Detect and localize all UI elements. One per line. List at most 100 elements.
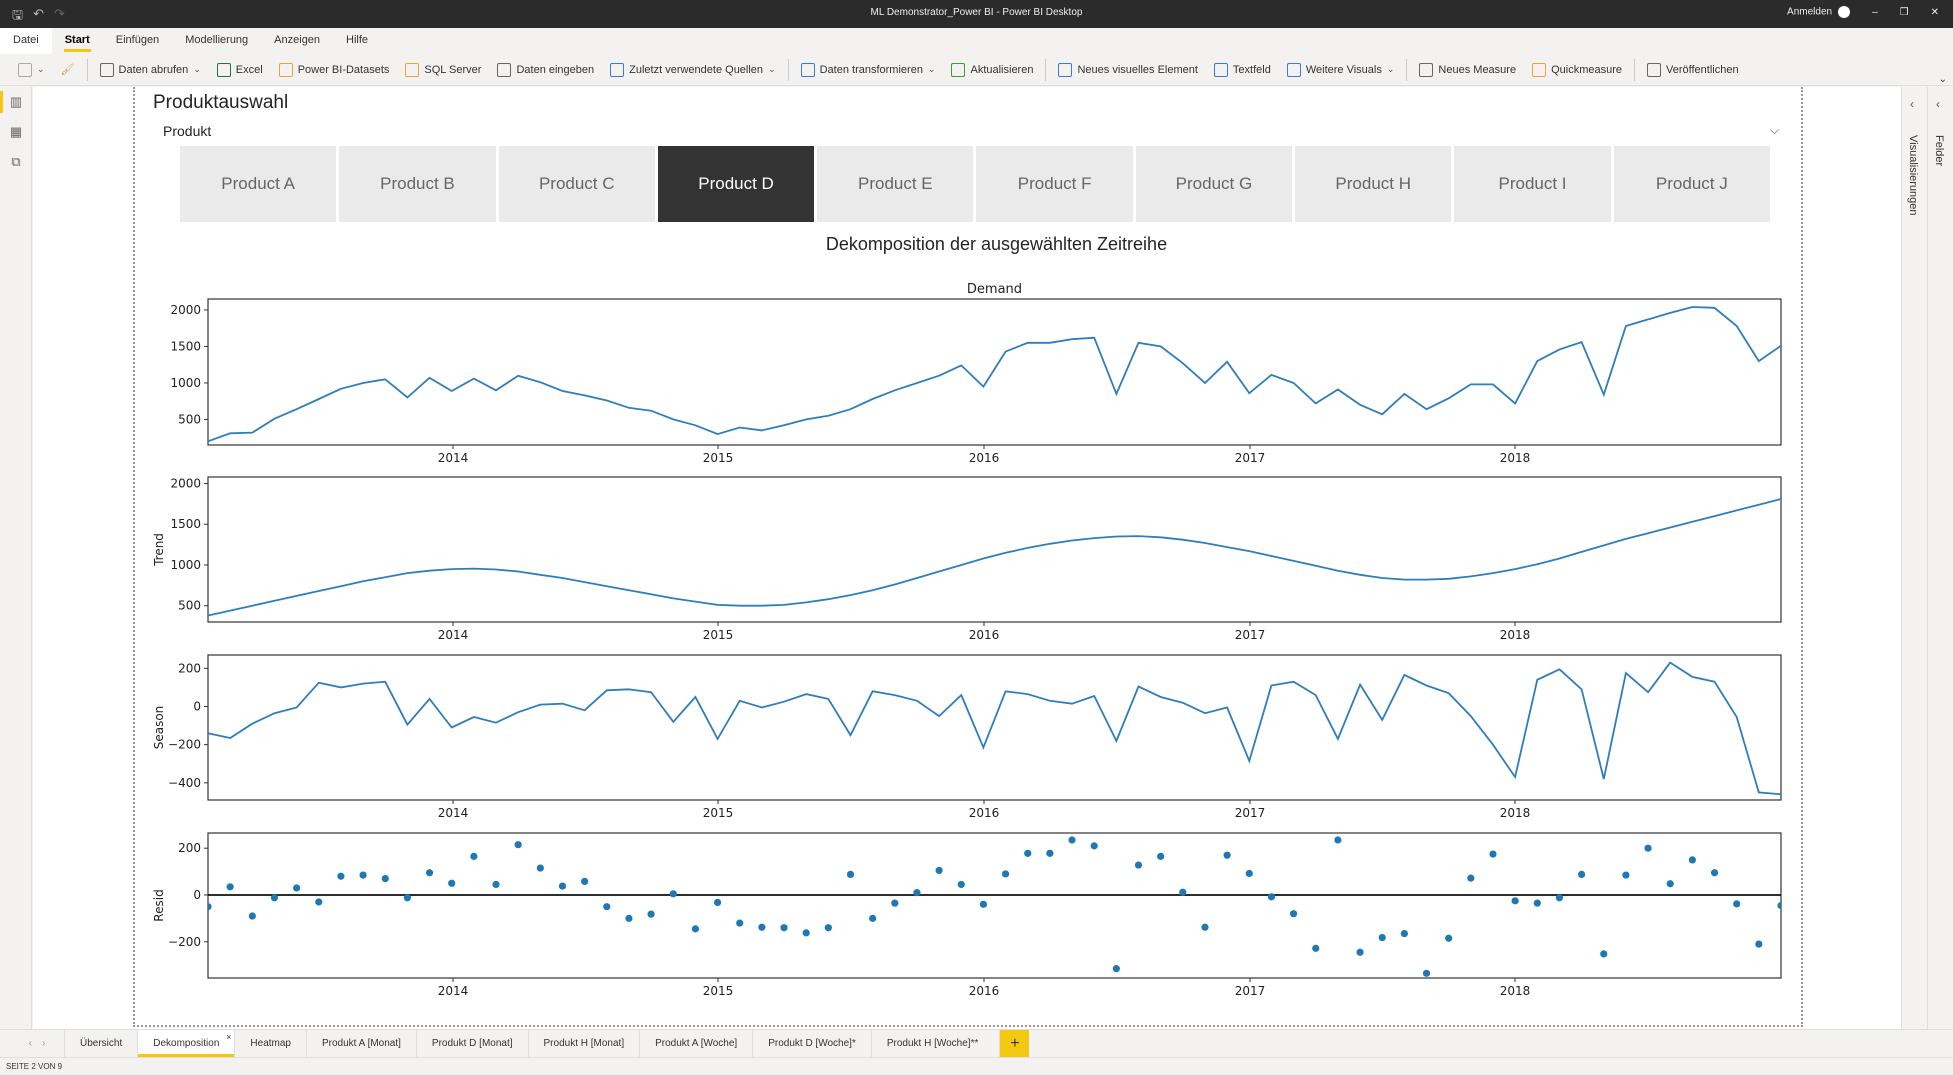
product-slicer: Product A Product B Product C Product D …	[180, 146, 1770, 222]
data-view-button[interactable]: ▦	[0, 117, 32, 147]
slicer-field-label: Produkt	[163, 123, 212, 139]
resid-point	[359, 871, 367, 879]
status-bar: SEITE 2 VON 9	[0, 1057, 1953, 1075]
menu-datei[interactable]: Datei	[0, 28, 52, 54]
close-button[interactable]: ✕	[1931, 7, 1939, 18]
slicer-option-product-b[interactable]: Product B	[339, 146, 496, 222]
enter-data-button[interactable]: Daten eingeben	[489, 58, 602, 82]
fields-pane[interactable]: ‹ Felder	[1927, 87, 1953, 1029]
chevron-left-icon[interactable]: ‹	[29, 1038, 32, 1049]
slicer-option-product-h[interactable]: Product H	[1295, 146, 1452, 222]
menu-start[interactable]: Start	[52, 28, 103, 54]
chevron-left-icon[interactable]: ‹	[1936, 97, 1940, 111]
demand-xtick-label: 2018	[1500, 451, 1531, 465]
add-page-button[interactable]: +	[999, 1030, 1030, 1057]
model-view-button[interactable]: ⧉	[0, 147, 32, 177]
resid-point	[913, 889, 921, 897]
quick-measure-button[interactable]: Quickmeasure	[1524, 58, 1630, 82]
restore-button[interactable]: ❐	[1900, 7, 1909, 18]
slicer-option-product-d[interactable]: Product D	[657, 146, 815, 222]
new-visual-button[interactable]: Neues visuelles Element	[1050, 58, 1205, 82]
demand-plot-frame	[207, 298, 1782, 446]
resid-point	[1688, 856, 1696, 864]
excel-button[interactable]: Excel	[209, 58, 271, 82]
trend-ylabel: Trend	[152, 533, 166, 567]
resid-plot-frame	[207, 832, 1782, 979]
publish-label: Veröffentlichen	[1666, 63, 1739, 76]
resid-ytick-label: −200	[168, 935, 201, 949]
publish-button[interactable]: Veröffentlichen	[1639, 58, 1747, 82]
resid-point	[625, 914, 633, 922]
tab-uebersicht[interactable]: Übersicht	[64, 1030, 137, 1057]
resid-ylabel: Resid	[152, 889, 166, 921]
report-view-button[interactable]: ▥	[0, 87, 32, 117]
resid-point	[1445, 934, 1453, 942]
get-data-button[interactable]: Daten abrufen ⌄	[92, 58, 209, 82]
publish-icon	[1647, 62, 1661, 77]
paste-button[interactable]: ⌄	[10, 58, 53, 82]
tab-produkt-a-woche[interactable]: Produkt A [Woche]	[639, 1030, 752, 1057]
recent-sources-button[interactable]: Zuletzt verwendete Quellen ⌄	[602, 58, 783, 82]
menu-hilfe[interactable]: Hilfe	[333, 28, 381, 54]
demand-xtick-label: 2017	[1235, 451, 1266, 465]
sign-in-button[interactable]: Anmelden	[1787, 6, 1851, 18]
minimize-button[interactable]: –	[1872, 7, 1878, 18]
slicer-option-product-c[interactable]: Product C	[498, 146, 655, 222]
resid-point	[1001, 870, 1010, 878]
tab-dekomposition[interactable]: Dekomposition ×	[137, 1030, 235, 1057]
menu-modellierung[interactable]: Modellierung	[172, 28, 261, 54]
trend-xtick-label: 2015	[703, 628, 734, 642]
tab-dekomposition-label: Dekomposition	[153, 1038, 220, 1049]
slicer-option-product-i[interactable]: Product I	[1454, 146, 1611, 222]
resid-xtick-label: 2016	[969, 984, 1000, 998]
chevron-down-icon[interactable]: ⌵	[1770, 123, 1779, 138]
slicer-option-product-j[interactable]: Product J	[1613, 146, 1770, 222]
tab-heatmap[interactable]: Heatmap	[234, 1030, 306, 1057]
refresh-button[interactable]: Aktualisieren	[943, 58, 1041, 82]
season-xtick-label: 2018	[1500, 806, 1531, 820]
bar-chart-icon: ▥	[9, 94, 23, 109]
tab-produkt-h-monat[interactable]: Produkt H [Monat]	[527, 1030, 640, 1057]
more-visuals-button[interactable]: Weitere Visuals ⌄	[1279, 58, 1403, 82]
resid-point	[891, 899, 899, 907]
window-title: ML Demonstrator_Power BI - Power BI Desk…	[870, 7, 1083, 18]
trend-xtick-label: 2018	[1500, 628, 1531, 642]
avatar	[1838, 6, 1851, 18]
visual-title: Dekomposition der ausgewählten Zeitreihe	[825, 234, 1168, 254]
excel-icon	[216, 62, 231, 77]
format-painter-button[interactable]: 🖌	[53, 58, 83, 82]
slicer-option-product-a[interactable]: Product A	[180, 146, 337, 222]
textbox-button[interactable]: Textfeld	[1206, 58, 1279, 82]
chevron-left-icon[interactable]: ‹	[1910, 97, 1914, 111]
close-icon[interactable]: ×	[226, 1032, 231, 1042]
new-measure-button[interactable]: Neues Measure	[1411, 58, 1524, 82]
datasets-button[interactable]: Power BI-Datasets	[271, 58, 398, 82]
trend-xtick-label: 2016	[969, 628, 1000, 642]
menu-einfuegen[interactable]: Einfügen	[103, 28, 172, 54]
page-tabs: ‹ › Übersicht Dekomposition × Heatmap Prod…	[0, 1029, 1953, 1057]
menu-anzeigen[interactable]: Anzeigen	[261, 28, 333, 54]
slicer-option-product-f[interactable]: Product F	[976, 146, 1133, 222]
resid-point	[1179, 888, 1187, 896]
resid-point	[846, 870, 855, 878]
tab-produkt-a-monat[interactable]: Produkt A [Monat]	[305, 1030, 416, 1057]
slicer-option-product-g[interactable]: Product G	[1135, 146, 1293, 222]
collapse-ribbon-icon[interactable]: ⌄	[1939, 74, 1947, 85]
resid-point	[1511, 897, 1519, 905]
chevron-right-icon[interactable]: ›	[42, 1038, 45, 1049]
resid-point	[1068, 836, 1076, 844]
tab-produkt-h-woche[interactable]: Produkt H [Woche]**	[870, 1030, 994, 1057]
dataset-icon	[278, 62, 293, 77]
sign-in-label: Anmelden	[1787, 6, 1833, 18]
tab-produkt-d-monat[interactable]: Produkt D [Monat]	[415, 1030, 528, 1057]
title-bar: 🖫 ↶ ↷ ML Demonstrator_Power BI - Power B…	[0, 0, 1953, 28]
visualizations-pane[interactable]: ‹ Visualisierungen	[1901, 87, 1927, 1029]
sql-server-button[interactable]: SQL Server	[397, 58, 489, 82]
table-icon: ▦	[9, 124, 23, 139]
transform-data-button[interactable]: Daten transformieren ⌄	[793, 58, 944, 82]
slicer-option-product-e[interactable]: Product E	[817, 146, 974, 222]
resid-point	[448, 879, 456, 887]
trend-xtick-label: 2014	[438, 628, 469, 642]
tab-produkt-d-woche[interactable]: Produkt D [Woche]*	[752, 1030, 871, 1057]
season-ytick-label: −400	[168, 776, 201, 790]
